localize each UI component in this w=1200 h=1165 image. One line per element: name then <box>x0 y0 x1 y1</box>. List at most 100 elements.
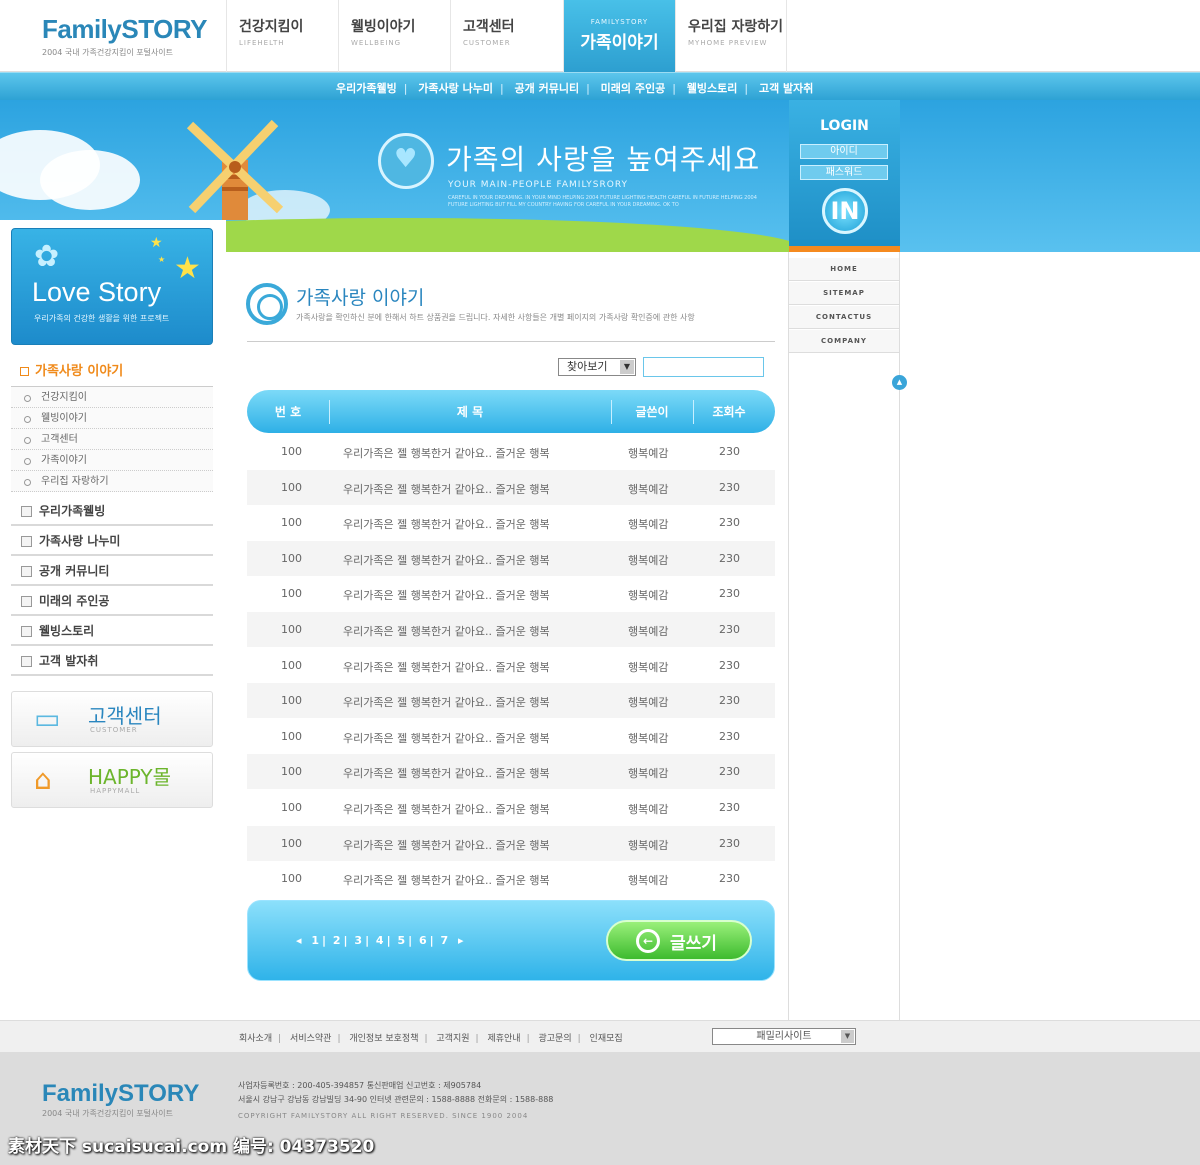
footer-link[interactable]: 회사소개 <box>239 1034 272 1044</box>
cell-number: 100 <box>281 801 302 814</box>
contactus-link[interactable]: CONTACTUS <box>789 306 899 329</box>
subnav-item[interactable]: 웰빙스토리 <box>687 82 738 95</box>
cell-title[interactable]: 우리가족은 젤 행복한거 같아요.. 즐거운 행복 <box>343 801 550 817</box>
happymall-banner[interactable]: ⌂ HAPPY몰 HAPPYMALL <box>11 752 213 808</box>
sidebar-item[interactable]: 가족사랑 나누미 <box>11 526 213 556</box>
login-button[interactable]: IN <box>822 188 868 234</box>
logo-text: FamilySTORY <box>42 14 208 44</box>
nav-customer[interactable]: 고객센터 CUSTOMER <box>450 0 562 72</box>
cell-author: 행복예감 <box>628 553 669 567</box>
sidebar-subitem[interactable]: 가족이야기 <box>11 450 213 471</box>
home-link[interactable]: HOME <box>789 258 899 281</box>
write-button[interactable]: ← 글쓰기 <box>606 920 752 961</box>
search-input[interactable] <box>643 357 764 377</box>
sidebar-item[interactable]: 우리가족웰빙 <box>11 496 213 526</box>
page-link[interactable]: 5 <box>397 934 405 947</box>
table-row[interactable]: 100 우리가족은 젤 행복한거 같아요.. 즐거운 행복 행복예감 230 <box>247 505 775 540</box>
nav-lifehelth[interactable]: 건강지킴이 LIFEHELTH <box>226 0 338 72</box>
sidebar-subitem[interactable]: 고객센터 <box>11 429 213 450</box>
footer-link[interactable]: 광고문의 <box>539 1034 572 1044</box>
table-row[interactable]: 100 우리가족은 젤 행복한거 같아요.. 즐거운 행복 행복예감 230 <box>247 648 775 683</box>
subnav-item[interactable]: 우리가족웰빙 <box>336 82 397 95</box>
table-row[interactable]: 100 우리가족은 젤 행복한거 같아요.. 즐거운 행복 행복예감 230 <box>247 683 775 719</box>
love-story-promo[interactable]: ✿ ★ ★ ★ Love Story 우리가족의 건강한 생활을 위한 프로젝트 <box>11 228 213 345</box>
cell-title[interactable]: 우리가족은 젤 행복한거 같아요.. 즐거운 행복 <box>343 837 550 853</box>
nav-myhome[interactable]: 우리집 자랑하기 MYHOME PREVIEW <box>675 0 787 72</box>
sidebar-item[interactable]: 미래의 주인공 <box>11 586 213 616</box>
scroll-top-icon[interactable]: ▲ <box>892 375 907 390</box>
nav-label: 건강지킴이 <box>239 19 304 35</box>
table-row[interactable]: 100 우리가족은 젤 행복한거 같아요.. 즐거운 행복 행복예감 230 <box>247 825 775 861</box>
sidebar-item[interactable]: 웰빙스토리 <box>11 616 213 646</box>
nav-familystory[interactable]: FAMILYSTORY 가족이야기 <box>563 0 675 72</box>
table-row[interactable]: 100 우리가족은 젤 행복한거 같아요.. 즐거운 행복 행복예감 230 <box>247 540 775 576</box>
sidebar-subitem[interactable]: 웰빙이야기 <box>11 408 213 429</box>
cell-title[interactable]: 우리가족은 젤 행복한거 같아요.. 즐거운 행복 <box>343 765 550 781</box>
cell-title[interactable]: 우리가족은 젤 행복한거 같아요.. 즐거운 행복 <box>343 659 550 675</box>
footer-link[interactable]: 서비스약관 <box>290 1034 331 1044</box>
sidebar-subitem[interactable]: 우리집 자랑하기 <box>11 471 213 492</box>
banner-label: 고객센터 <box>88 704 162 728</box>
table-row[interactable]: 100 우리가족은 젤 행복한거 같아요.. 즐거운 행복 행복예감 230 <box>247 576 775 611</box>
subnav-item[interactable]: 공개 커뮤니티 <box>515 82 580 95</box>
table-row[interactable]: 100 우리가족은 젤 행복한거 같아요.. 즐거운 행복 행복예감 230 <box>247 754 775 790</box>
footer-link[interactable]: 제휴안내 <box>487 1034 520 1044</box>
subnav-item[interactable]: 미래의 주인공 <box>601 82 666 95</box>
table-header: 번 호 제 목 글쓴이 조회수 <box>247 390 775 433</box>
sidebar-item[interactable]: 공개 커뮤니티 <box>11 556 213 586</box>
cell-title[interactable]: 우리가족은 젤 행복한거 같아요.. 즐거운 행복 <box>343 694 550 710</box>
cell-title[interactable]: 우리가족은 젤 행복한거 같아요.. 즐거운 행복 <box>343 587 550 603</box>
sitemap-link[interactable]: SITEMAP <box>789 282 899 305</box>
cell-author: 행복예감 <box>628 731 669 745</box>
footer-link[interactable]: 개인정보 보호정책 <box>349 1034 418 1044</box>
table-row[interactable]: 100 우리가족은 젤 행복한거 같아요.. 즐거운 행복 행복예감 230 <box>247 861 775 896</box>
nav-wellbeing[interactable]: 웰빙이야기 WELLBEING <box>338 0 450 72</box>
cell-number: 100 <box>281 765 302 779</box>
footer-link[interactable]: 고객지원 <box>436 1034 469 1044</box>
cell-title[interactable]: 우리가족은 젤 행복한거 같아요.. 즐거운 행복 <box>343 481 550 497</box>
cell-title[interactable]: 우리가족은 젤 행복한거 같아요.. 즐거운 행복 <box>343 552 550 568</box>
banner-fine-print: CAREFUL IN YOUR DREAMING. IN YOUR MIND H… <box>448 195 757 208</box>
page-link[interactable]: 1 <box>311 934 319 947</box>
cell-title[interactable]: 우리가족은 젤 행복한거 같아요.. 즐거운 행복 <box>343 730 550 746</box>
page-link[interactable]: 4 <box>376 934 384 947</box>
sidebar-subitem[interactable]: 건강지킴이 <box>11 387 213 408</box>
cell-title[interactable]: 우리가족은 젤 행복한거 같아요.. 즐거운 행복 <box>343 516 550 532</box>
next-page-icon[interactable]: ▸ <box>458 934 464 947</box>
page-link[interactable]: 7 <box>440 934 448 947</box>
table-row[interactable]: 100 우리가족은 젤 행복한거 같아요.. 즐거운 행복 행복예감 230 <box>247 434 775 469</box>
monitor-icon: ▭ <box>34 702 61 735</box>
nav-sublabel: FAMILYSTORY <box>590 18 649 26</box>
cell-author: 행복예감 <box>628 838 669 852</box>
id-field[interactable]: 아이디 <box>800 144 888 159</box>
cell-title[interactable]: 우리가족은 젤 행복한거 같아요.. 즐거운 행복 <box>343 445 550 461</box>
footer-link[interactable]: 인재모집 <box>590 1034 623 1044</box>
nav-sublabel: MYHOME PREVIEW <box>688 39 768 47</box>
page-link[interactable]: 3 <box>354 934 362 947</box>
page-link[interactable]: 2 <box>333 934 341 947</box>
table-row[interactable]: 100 우리가족은 젤 행복한거 같아요.. 즐거운 행복 행복예감 230 <box>247 469 775 505</box>
search-select[interactable]: 찾아보기 ▼ <box>558 358 636 376</box>
cell-title[interactable]: 우리가족은 젤 행복한거 같아요.. 즐거운 행복 <box>343 872 550 888</box>
customer-center-banner[interactable]: ▭ 고객센터 CUSTOMER <box>11 691 213 747</box>
cell-title[interactable]: 우리가족은 젤 행복한거 같아요.. 즐거운 행복 <box>343 623 550 639</box>
copyright: COPYRIGHT FAMILYSTORY ALL RIGHT RESERVED… <box>238 1112 529 1120</box>
family-site-select[interactable]: 패밀리사이트 ▼ <box>712 1028 856 1045</box>
table-row[interactable]: 100 우리가족은 젤 행복한거 같아요.. 즐거운 행복 행복예감 230 <box>247 790 775 825</box>
cell-number: 100 <box>281 445 302 458</box>
target-icon <box>246 283 288 325</box>
page-link[interactable]: 6 <box>419 934 427 947</box>
sidebar-item[interactable]: 고객 발자취 <box>11 646 213 676</box>
site-logo[interactable]: FamilySTORY 2004 국내 가족건강지킴이 포털사이트 <box>42 14 208 58</box>
cell-number: 100 <box>281 836 302 850</box>
table-row[interactable]: 100 우리가족은 젤 행복한거 같아요.. 즐거운 행복 행복예감 230 <box>247 719 775 754</box>
subnav-item[interactable]: 고객 발자취 <box>759 82 813 95</box>
table-row[interactable]: 100 우리가족은 젤 행복한거 같아요.. 즐거운 행복 행복예감 230 <box>247 612 775 647</box>
sidebar-section-title[interactable]: 가족사랑 이야기 <box>20 360 123 379</box>
subnav-item[interactable]: 가족사랑 나누미 <box>418 82 493 95</box>
prev-page-icon[interactable]: ◂ <box>296 934 302 947</box>
company-link[interactable]: COMPANY <box>789 330 899 353</box>
cell-views: 230 <box>719 801 740 814</box>
nav-label: 고객센터 <box>463 19 515 35</box>
password-field[interactable]: 패스워드 <box>800 165 888 180</box>
